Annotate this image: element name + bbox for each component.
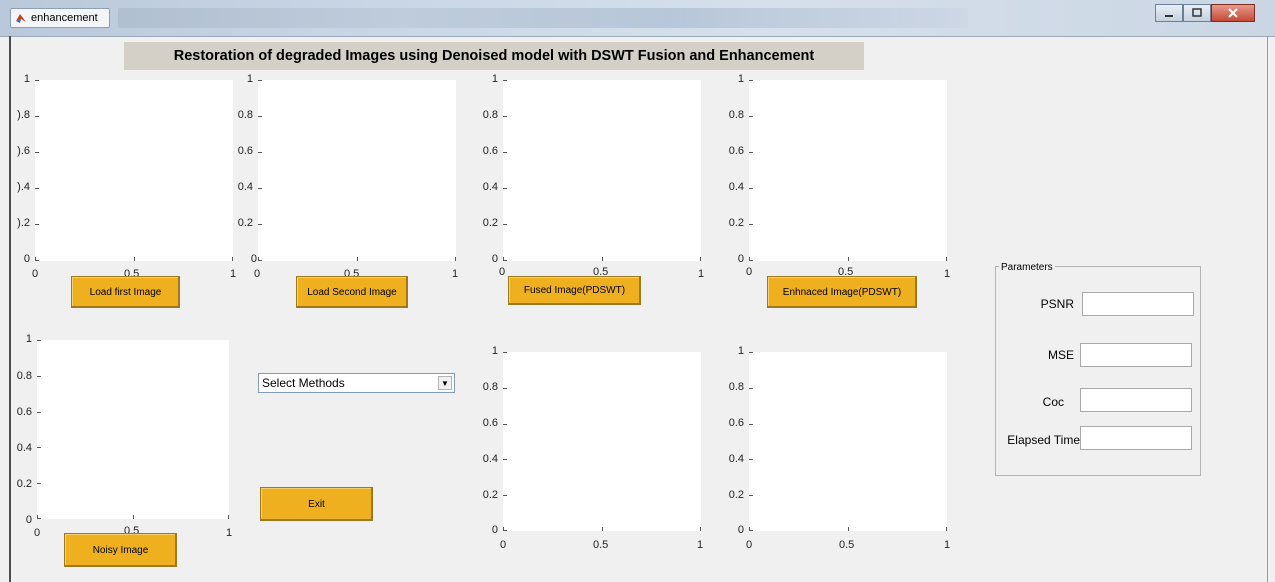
axis5-ytick-0.2: 0.2 xyxy=(16,478,32,490)
axis4-ytick-0.6: 0.6 xyxy=(728,145,744,157)
matlab-icon xyxy=(16,14,26,23)
elapsed-time-field[interactable] xyxy=(1080,426,1192,450)
maximize-button[interactable] xyxy=(1183,4,1211,22)
axis4-xtick-1: 1 xyxy=(944,268,951,280)
axis4-ytick-1: 1 xyxy=(737,73,744,85)
mse-field[interactable] xyxy=(1080,343,1192,367)
axis7-ytick-0.2: 0.2 xyxy=(728,489,744,501)
axis2-xtick-1: 1 xyxy=(452,268,459,280)
axis2-ytick-0.2: 0.2 xyxy=(237,217,253,229)
axis6-ytick-0.4: 0.4 xyxy=(482,453,498,465)
exit-button[interactable]: Exit xyxy=(260,487,373,521)
axis7-xtick-1: 1 xyxy=(944,539,951,551)
axis1-ytick-0.8: ).8 xyxy=(17,109,30,121)
axes-fused-image xyxy=(503,80,701,261)
axis3-xtick-0: 0 xyxy=(499,266,506,278)
coc-label: Coc xyxy=(1042,395,1064,409)
window-title: enhancement xyxy=(31,12,98,24)
axes-second-image xyxy=(258,80,456,261)
axis7-ytick-0.8: 0.8 xyxy=(728,381,744,393)
axis5-ytick-0: 0 xyxy=(25,514,32,526)
axis2-ytick-1: 1 xyxy=(246,73,253,85)
window-titlebar: enhancement xyxy=(0,0,1275,37)
fused-image-button[interactable]: Fused Image(PDSWT) xyxy=(508,276,641,305)
noisy-image-button[interactable]: Noisy Image xyxy=(64,533,177,567)
axis6-ytick-1: 1 xyxy=(491,345,498,357)
axis1-ytick-0.4: ).4 xyxy=(17,181,30,193)
load-first-image-button[interactable]: Load first Image xyxy=(71,276,180,308)
close-icon xyxy=(1228,8,1238,18)
axis3-ytick-0: 0 xyxy=(491,253,498,265)
axis6-ytick-0.8: 0.8 xyxy=(482,381,498,393)
axis4-ytick-0: 0 xyxy=(737,253,744,265)
psnr-field[interactable] xyxy=(1082,292,1194,316)
axis5-ytick-0.8: 0.8 xyxy=(16,370,32,382)
chevron-down-icon[interactable]: ▼ xyxy=(438,376,452,390)
axis3-ytick-0.2: 0.2 xyxy=(482,217,498,229)
axis6-ytick-0.6: 0.6 xyxy=(482,417,498,429)
axis7-ytick-0.4: 0.4 xyxy=(728,453,744,465)
window-tab[interactable]: enhancement xyxy=(10,8,110,28)
methods-select[interactable]: Select Methods ▼ xyxy=(258,373,455,393)
maximize-icon xyxy=(1192,8,1202,17)
axis6-ytick-0: 0 xyxy=(491,524,498,536)
axis6-ytick-0.2: 0.2 xyxy=(482,489,498,501)
axis1-ytick-0.2: ).2 xyxy=(17,217,30,229)
page-title: Restoration of degraded Images using Den… xyxy=(124,42,864,70)
axes-enhanced-image xyxy=(749,80,947,261)
axis6-xtick-0: 0 xyxy=(500,539,507,551)
axis1-ytick-0.6: ).6 xyxy=(17,145,30,157)
axis3-xtick-1: 1 xyxy=(698,268,705,280)
axis2-ytick-0.6: 0.6 xyxy=(237,145,253,157)
axis7-ytick-0.6: 0.6 xyxy=(728,417,744,429)
axis2-ytick-0.8: 0.8 xyxy=(237,109,253,121)
elapsed-time-label: Elapsed Time xyxy=(1007,433,1080,447)
axis4-ytick-0.2: 0.2 xyxy=(728,217,744,229)
enhanced-image-button[interactable]: Enhnaced Image(PDSWT) xyxy=(767,276,917,308)
axes-first-image xyxy=(35,80,233,261)
axes-noisy-image xyxy=(37,340,229,519)
axis6-xtick-1: 1 xyxy=(697,539,704,551)
axis4-ytick-0.4: 0.4 xyxy=(728,181,744,193)
axis3-ytick-0.4: 0.4 xyxy=(482,181,498,193)
axis5-xtick-0: 0 xyxy=(34,527,41,539)
load-second-image-button[interactable]: Load Second Image xyxy=(296,276,408,308)
axis2-xtick-0: 0 xyxy=(254,268,261,280)
methods-select-value: Select Methods xyxy=(262,376,345,390)
axis2-ytick-0.4: 0.4 xyxy=(237,181,253,193)
taskbar-strip xyxy=(118,8,968,28)
axis5-ytick-1: 1 xyxy=(25,333,32,345)
axes-result-1 xyxy=(503,352,701,531)
mse-label: MSE xyxy=(1047,348,1074,362)
minimize-button[interactable] xyxy=(1155,4,1183,22)
axis1-xtick-1: 1 xyxy=(230,268,237,280)
minimize-icon xyxy=(1165,15,1173,17)
axis2-ytick-0: 0 xyxy=(250,253,257,265)
axis7-xtick-0: 0 xyxy=(746,539,753,551)
axis5-ytick-0.4: 0.4 xyxy=(16,442,32,454)
axis1-xtick-0: 0 xyxy=(32,268,39,280)
close-button[interactable] xyxy=(1211,4,1255,22)
axis1-ytick-0: 0 xyxy=(23,253,30,265)
axis1-ytick-1: 1 xyxy=(23,73,30,85)
axes-result-2 xyxy=(749,352,947,531)
coc-field[interactable] xyxy=(1080,388,1192,412)
axis3-ytick-0.6: 0.6 xyxy=(482,145,498,157)
axis6-xtick-0.5: 0.5 xyxy=(593,539,609,551)
axis4-xtick-0: 0 xyxy=(746,266,753,278)
parameters-title: Parameters xyxy=(999,262,1055,273)
psnr-label: PSNR xyxy=(1040,297,1074,311)
axis3-ytick-0.8: 0.8 xyxy=(482,109,498,121)
axis5-ytick-0.6: 0.6 xyxy=(16,406,32,418)
axis4-ytick-0.8: 0.8 xyxy=(728,109,744,121)
window-controls xyxy=(1155,4,1255,22)
axis7-ytick-0: 0 xyxy=(737,524,744,536)
axis3-ytick-1: 1 xyxy=(491,73,498,85)
axis7-xtick-0.5: 0.5 xyxy=(839,539,855,551)
axis7-ytick-1: 1 xyxy=(737,345,744,357)
axis5-xtick-1: 1 xyxy=(226,527,233,539)
